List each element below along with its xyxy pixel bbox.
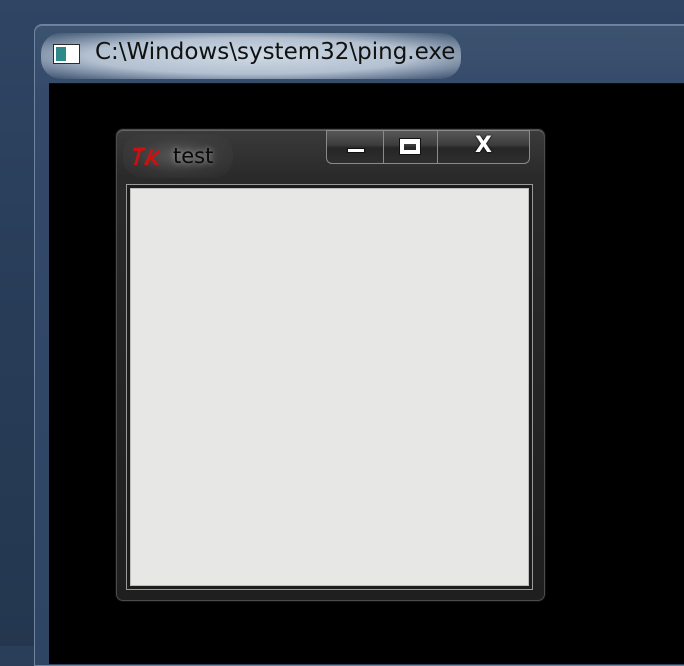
tk-feather-icon-svg [133,147,161,165]
console-window-title: C:\Windows\system32\ping.exe [95,39,456,65]
tk-test-window[interactable]: test X [116,129,545,601]
close-button[interactable]: X [438,130,530,164]
minimize-button[interactable] [326,130,384,164]
tk-caption-buttons: X [326,130,530,166]
maximize-button[interactable] [384,130,438,164]
tk-client-area[interactable] [130,188,529,586]
console-titlebar[interactable]: C:\Windows\system32\ping.exe [35,25,684,83]
tk-window-title: test [173,144,214,168]
tk-client-frame [126,184,533,590]
tk-feather-icon [131,144,163,168]
minimize-icon [347,148,365,153]
maximize-icon [399,138,421,155]
close-icon: X [475,133,492,158]
console-icon-bar [56,47,66,61]
console-app-icon [53,44,80,64]
